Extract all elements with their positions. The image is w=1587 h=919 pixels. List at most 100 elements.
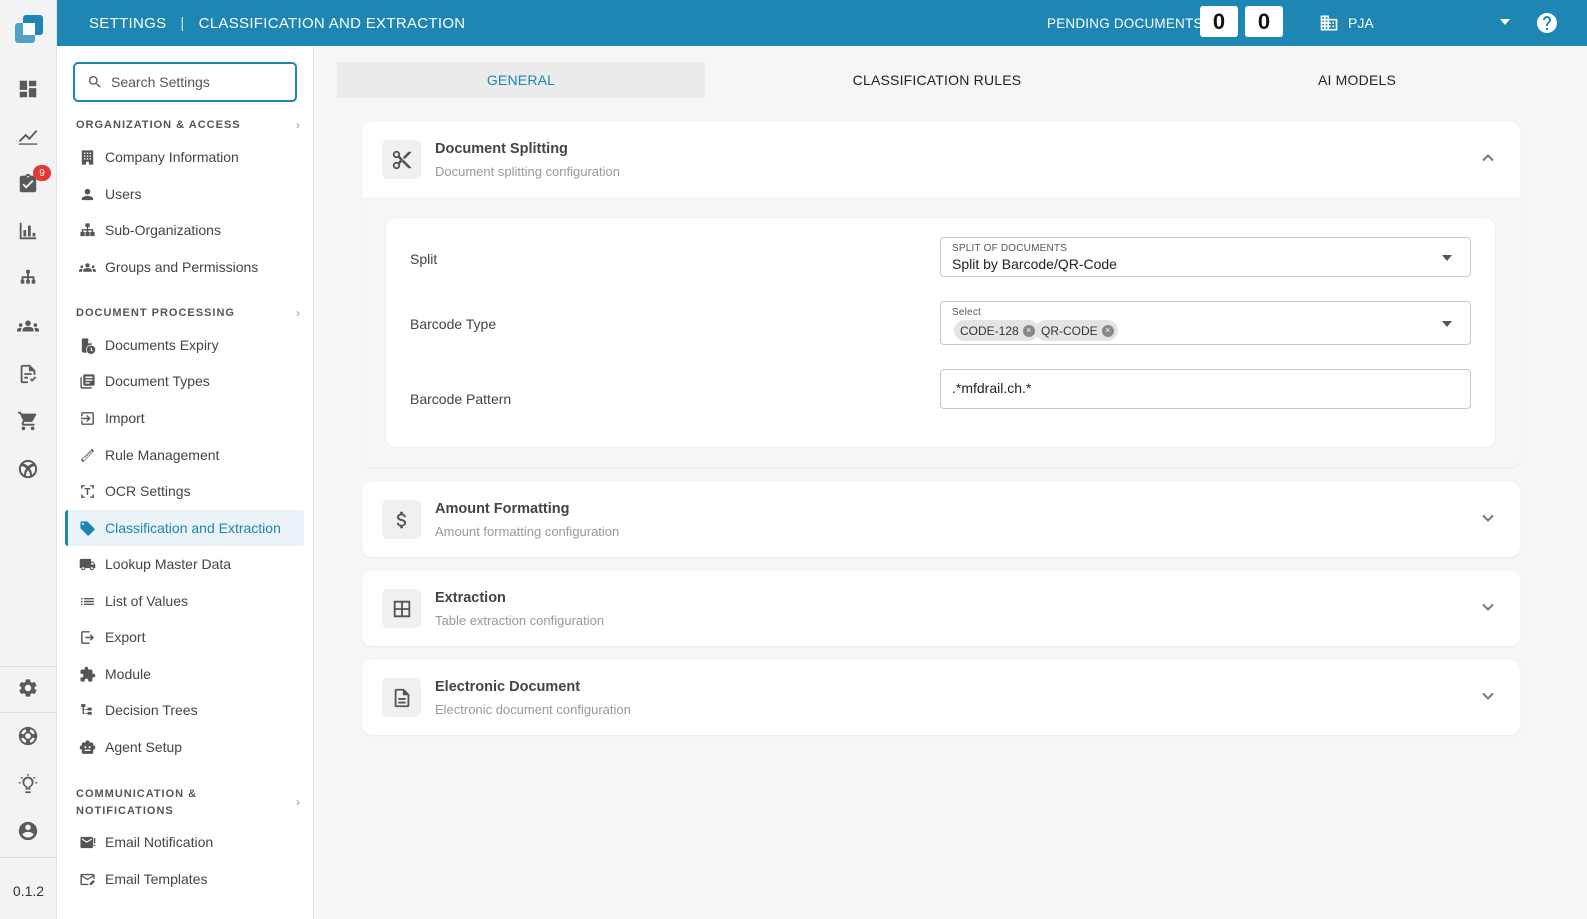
- account-icon[interactable]: [14, 817, 42, 845]
- tab-general[interactable]: GENERAL: [337, 62, 705, 98]
- sidebar-item-rule-management[interactable]: Rule Management: [65, 437, 304, 473]
- amount-formatting-panel[interactable]: Amount Formatting Amount formatting conf…: [362, 482, 1520, 557]
- organization-selector[interactable]: PJA: [1319, 0, 1374, 46]
- lightbulb-icon[interactable]: [14, 770, 42, 798]
- organization-dropdown-caret-icon[interactable]: [1500, 19, 1510, 25]
- help-icon[interactable]: [1535, 11, 1559, 35]
- barcode-type-select[interactable]: Select CODE-128 × QR-CODE ×: [940, 301, 1471, 345]
- settings-icon[interactable]: [14, 674, 42, 702]
- barcode-pattern-input[interactable]: [952, 380, 1452, 396]
- panel-subtitle: Electronic document configuration: [435, 702, 631, 717]
- export-icon: [81, 630, 95, 644]
- ruler-icon: [80, 448, 95, 462]
- settings-tabs: GENERAL CLASSIFICATION RULES AI MODELS: [337, 62, 1570, 98]
- panel-subtitle: Amount formatting configuration: [435, 524, 620, 539]
- ai-logo-icon[interactable]: [14, 455, 42, 483]
- panel-title: Electronic Document: [435, 679, 581, 695]
- panel-title: Amount Formatting: [435, 501, 570, 517]
- document-check-icon[interactable]: [14, 360, 42, 388]
- building-icon: [81, 149, 94, 165]
- sidebar-item-agent-setup[interactable]: Agent Setup: [65, 729, 304, 765]
- sidebar-item-list-of-values[interactable]: List of Values: [65, 583, 304, 619]
- sidebar-item-document-types[interactable]: Document Types: [65, 363, 304, 399]
- chip-code-128: CODE-128 ×: [954, 320, 1039, 341]
- document-icon: [382, 678, 421, 717]
- pending-counter-1[interactable]: 0: [1200, 6, 1238, 37]
- documents-stack-icon: [80, 373, 95, 389]
- document-clock-icon: [81, 337, 96, 354]
- search-icon: [89, 76, 101, 88]
- sidebar-item-sub-organizations[interactable]: Sub-Organizations: [65, 212, 304, 248]
- breadcrumb-settings[interactable]: SETTINGS: [89, 15, 166, 32]
- robot-icon: [79, 739, 96, 754]
- groups-icon: [79, 262, 96, 272]
- chevron-right-icon: ›: [296, 118, 301, 132]
- chevron-up-icon[interactable]: [1480, 150, 1496, 166]
- sidebar-item-decision-trees[interactable]: Decision Trees: [65, 692, 304, 728]
- chevron-down-icon[interactable]: [1480, 599, 1496, 615]
- settings-sidebar: ORGANIZATION & ACCESS › Company Informat…: [57, 46, 314, 919]
- tab-classification-rules[interactable]: CLASSIFICATION RULES: [757, 62, 1117, 98]
- sidebar-item-lookup-master-data[interactable]: Lookup Master Data: [65, 546, 304, 582]
- rail-divider: [0, 857, 57, 858]
- hierarchy-icon[interactable]: [14, 265, 42, 293]
- page-breadcrumb: SETTINGS | CLASSIFICATION AND EXTRACTION: [89, 0, 465, 46]
- panel-title: Extraction: [435, 590, 506, 606]
- support-icon[interactable]: [14, 722, 42, 750]
- chevron-right-icon: ›: [296, 795, 301, 809]
- extraction-panel[interactable]: Extraction Table extraction configuratio…: [362, 571, 1520, 646]
- dropdown-caret-icon: [1442, 321, 1452, 327]
- pending-counter-2[interactable]: 0: [1245, 6, 1283, 37]
- rail-divider: [0, 666, 57, 667]
- chip-remove-icon[interactable]: ×: [1101, 324, 1114, 337]
- tasks-badge: 9: [33, 165, 51, 181]
- sidebar-item-company-information[interactable]: Company Information: [65, 139, 304, 175]
- extraction-header[interactable]: Extraction Table extraction configuratio…: [362, 571, 1520, 646]
- search-settings-input[interactable]: [111, 74, 281, 90]
- sidebar-item-groups-permissions[interactable]: Groups and Permissions: [65, 249, 304, 285]
- chip-remove-icon[interactable]: ×: [1022, 324, 1035, 337]
- cart-icon[interactable]: [14, 407, 42, 435]
- top-bar: SETTINGS | CLASSIFICATION AND EXTRACTION…: [57, 0, 1587, 46]
- document-splitting-panel: Document Splitting Document splitting co…: [362, 122, 1520, 467]
- bar-chart-icon[interactable]: [14, 217, 42, 245]
- panel-title: Document Splitting: [435, 141, 568, 157]
- sidebar-item-import[interactable]: Import: [65, 400, 304, 436]
- section-header-organization-access[interactable]: ORGANIZATION & ACCESS ›: [76, 117, 301, 134]
- analytics-icon[interactable]: [14, 122, 42, 150]
- truck-icon: [79, 558, 96, 570]
- list-icon: [81, 597, 94, 605]
- sidebar-item-email-templates[interactable]: Email Templates: [65, 861, 304, 897]
- sidebar-item-email-notification[interactable]: Email Notification: [65, 824, 304, 860]
- chevron-down-icon[interactable]: [1480, 510, 1496, 526]
- sidebar-item-ocr-settings[interactable]: OCR Settings: [65, 473, 304, 509]
- search-settings-box[interactable]: [73, 62, 297, 102]
- barcode-pattern-label: Barcode Pattern: [410, 391, 512, 407]
- sidebar-item-documents-expiry[interactable]: Documents Expiry: [65, 327, 304, 363]
- barcode-pattern-field[interactable]: [940, 369, 1471, 409]
- electronic-document-panel[interactable]: Electronic Document Electronic document …: [362, 660, 1520, 735]
- barcode-type-label: Barcode Type: [410, 316, 497, 332]
- email-alert-icon: [80, 836, 96, 848]
- app-logo-icon[interactable]: [0, 0, 57, 57]
- split-select-value: Split by Barcode/QR-Code: [952, 256, 1117, 272]
- amount-formatting-header[interactable]: Amount Formatting Amount formatting conf…: [362, 482, 1520, 557]
- barcode-type-select-label: Select: [952, 307, 981, 318]
- rail-divider: [0, 712, 57, 713]
- section-header-document-processing[interactable]: DOCUMENT PROCESSING ›: [76, 305, 301, 322]
- sidebar-item-module[interactable]: Module: [65, 656, 304, 692]
- organization-name: PJA: [1348, 15, 1374, 31]
- tags-icon: [80, 520, 95, 536]
- electronic-document-header[interactable]: Electronic Document Electronic document …: [362, 660, 1520, 735]
- dashboard-icon[interactable]: [14, 75, 42, 103]
- tab-ai-models[interactable]: AI MODELS: [1177, 62, 1537, 98]
- section-header-communication-notifications[interactable]: COMMUNICATION & NOTIFICATIONS ›: [76, 786, 301, 820]
- sidebar-item-classification-extraction[interactable]: Classification and Extraction: [65, 510, 304, 546]
- puzzle-icon: [80, 666, 96, 682]
- split-select[interactable]: SPLIT OF DOCUMENTS Split by Barcode/QR-C…: [940, 237, 1471, 277]
- chevron-down-icon[interactable]: [1480, 688, 1496, 704]
- groups-icon[interactable]: [14, 312, 42, 340]
- sidebar-item-export[interactable]: Export: [65, 619, 304, 655]
- document-splitting-header[interactable]: Document Splitting Document splitting co…: [362, 122, 1520, 197]
- sidebar-item-users[interactable]: Users: [65, 176, 304, 212]
